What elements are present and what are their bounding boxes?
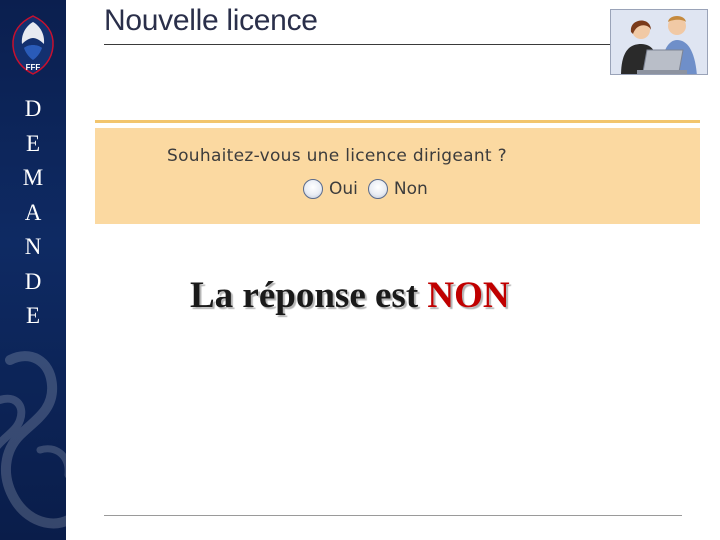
vertical-word-demande: D E M A N D E [0,92,66,334]
vertical-letter: M [22,165,44,190]
answer-value: NON [427,275,510,316]
bottom-divider [104,515,682,516]
question-label: Souhaitez-vous une licence dirigeant ? [167,146,507,166]
vertical-letter: A [24,199,42,225]
title-divider [104,44,610,45]
office-people-clipart [610,9,708,75]
vertical-letter: D [24,96,42,121]
radio-option-non[interactable]: Non [367,179,428,199]
vertical-letter: E [25,303,41,328]
radio-option-oui[interactable]: Oui [303,179,358,199]
vertical-letter: E [25,130,41,156]
radio-label-oui: Oui [329,179,358,199]
radio-button-non[interactable] [367,179,388,199]
licence-question-panel: Souhaitez-vous une licence dirigeant ? O… [95,128,700,224]
vertical-letter: D [24,268,42,294]
page-title: Nouvelle licence [104,4,318,37]
answer-statement: La réponse est NON [190,274,510,317]
fff-logo-icon: FFF [12,15,54,75]
left-sidebar: FFF D E M A N D E [0,0,66,540]
panel-top-border [95,120,700,123]
rooster-watermark [0,351,66,529]
answer-prefix: La réponse est [190,275,419,316]
radio-button-oui[interactable] [303,179,323,199]
svg-text:FFF: FFF [26,63,41,72]
radio-group: Oui Non [303,179,438,199]
radio-label-non: Non [393,179,428,199]
vertical-letter: N [24,234,42,259]
